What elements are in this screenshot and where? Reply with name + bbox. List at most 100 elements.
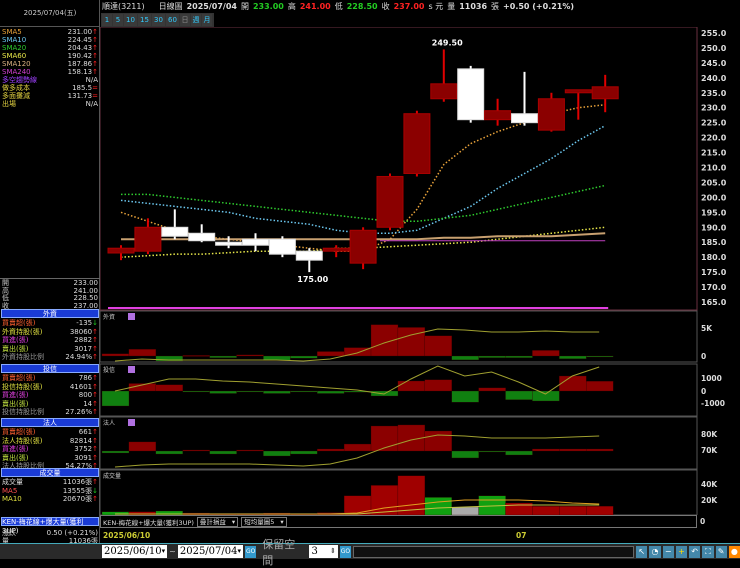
panel-bar [505,390,533,400]
price-tick: 175.0 [701,268,727,277]
panel-tick: 0 [701,387,706,396]
reserve-space-stepper[interactable]: 3 ⇕ [309,545,338,558]
price-chart[interactable]: 255.0 250.0 245.0 240.0 235.0 230.0 225.0 220.0… [100,27,740,515]
change-value: +0.50 (+0.21%) [503,1,575,11]
arrow-down-icon: ↓ [92,319,98,327]
panel-bar [559,506,587,515]
fit-icon[interactable]: ⛶ [702,545,714,558]
row-value: 2882↑ [74,336,98,344]
period-button-月[interactable]: 月 [202,14,212,26]
chevron-down-icon: ▾ [231,517,236,526]
start-date-input[interactable]: 2025/06/10 ▾ [102,545,168,558]
arrow-up-icon: ↑ [92,408,98,416]
chart-scrollbar[interactable] [353,545,635,558]
price-tick: 195.0 [701,208,727,217]
period-button-日[interactable]: 日 [180,14,190,26]
bottom-toolbar: 2025/06/10 ▾ ~ 2025/07/04 ▾ GO 保留空間 3 ⇕ GO … [0,538,740,567]
period-button-週[interactable]: 週 [191,14,201,26]
quote-date: 2025/07/04 [186,1,237,11]
row-label: 出場 [2,100,16,108]
info-row: 買進(張) 800↑ [2,391,98,399]
candle-07/02 [537,98,565,131]
period-button-5[interactable]: 5 [113,14,123,26]
zoom-out-icon[interactable]: − [662,545,674,558]
candle-06/11 [134,226,162,252]
row-value: 786↑ [79,374,98,382]
row-label: 投信持股(張) [2,382,43,391]
row-label: 法人持股(張) [2,436,43,445]
arrow-up-icon: ↑ [92,68,98,76]
value-text: 3752 [74,445,93,453]
panel-tick: 20K [701,496,718,505]
row-value: 3017↑ [74,345,98,353]
info-row: 投信持股比例 27.26%↑ [2,408,98,416]
ma-line-sma20 [121,184,606,223]
ma-line-sma10 [120,125,606,235]
row-label: 買進(張) [2,445,29,453]
row-value: N/A [86,100,98,108]
panel-menu-icon[interactable] [128,419,135,426]
period-button-10[interactable]: 10 [124,14,137,26]
value-text: 0.50 (+0.21%) [46,529,98,537]
holding-line [114,365,600,395]
row-value: 82814↑ [70,437,98,445]
period-button-1[interactable]: 1 [102,14,112,26]
pnl-dropdown[interactable]: 疊計損益 ▾ [196,516,239,527]
bell-icon[interactable]: ● [728,545,740,558]
panel-bar [478,355,506,358]
panel-bar [155,384,183,392]
panel-bar [182,390,210,393]
end-date-input[interactable]: 2025/07/04 ▾ [177,545,244,558]
row-value: -135↓ [76,319,98,327]
period-button-15[interactable]: 15 [138,14,151,26]
cursor-icon[interactable]: ↖ [636,545,648,558]
go-button-2[interactable]: GO [339,545,352,558]
panel-bar [263,390,291,394]
panel-bar [451,390,479,403]
arrow-up-icon: ↑ [92,382,98,391]
row-label: 投信持股比例 [2,408,44,416]
info-row: 法人持股(張) 82814↑ [2,437,98,445]
value-text: 131.73 [67,92,93,100]
row-label: SMA60 [2,52,27,60]
info-row: 外資持股(張) 38060↑ [2,328,98,336]
candle-07/03 [564,89,592,94]
panel-bar [532,506,560,515]
candle-06/10 [107,247,135,254]
period-button-60[interactable]: 60 [166,14,179,26]
panel-menu-icon[interactable] [128,366,135,373]
panel-bar [586,506,614,515]
zoom-in-icon[interactable]: + [675,545,688,558]
row-value: 224.45↑ [68,36,98,44]
open-value: 233.00 [252,1,284,11]
period-button-30[interactable]: 30 [152,14,165,26]
row-value: 3752↑ [74,445,98,453]
undo-icon[interactable]: ↶ [689,545,701,558]
clock-icon[interactable]: ◔ [649,545,661,558]
draw-icon[interactable]: ✎ [715,545,727,558]
panel-bar [424,497,452,515]
info-row: SMA120 187.86↑ [2,60,98,68]
reserve-space-label: 保留空間 [262,537,296,567]
candle-06/30 [484,110,512,121]
arrow-up-icon: ↑ [92,399,98,408]
price-tick: 205.0 [701,178,727,187]
stock-name: 順達(3211) [102,1,145,11]
info-row: SMA60 190.42↑ [2,52,98,60]
arrow-up-icon: ↑ [92,391,98,399]
value-text: 204.43 [67,44,93,52]
value-text: 24.94% [65,353,93,361]
row-label: 買進(張) [2,391,29,399]
go-button[interactable]: GO [245,545,257,558]
panel-bar [290,450,318,455]
value-text: N/A [85,76,98,84]
arrow-up-icon: ↑ [92,478,98,486]
panel-bar [101,353,130,357]
row-label: SMA240 [2,68,31,76]
arrow-up-icon: ↑ [92,436,98,445]
volume-ma-dropdown[interactable]: 短均量圖5 ▾ [241,516,287,527]
volume-unit: 張 [491,1,500,11]
panel-menu-icon[interactable] [128,313,135,320]
panel-tick: 80K [701,430,718,439]
panel-bar [397,327,426,357]
